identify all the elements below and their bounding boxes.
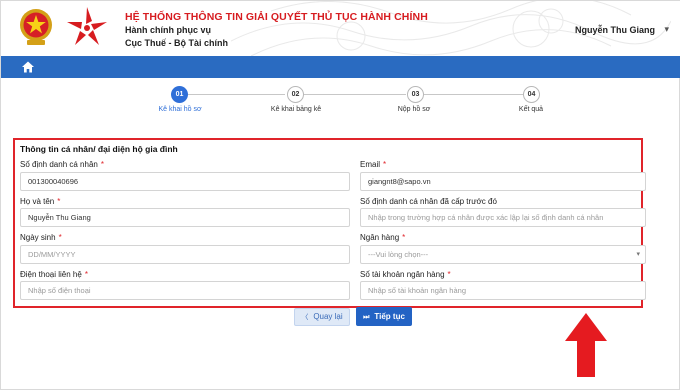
dob-input[interactable]: DD/MM/YYYY [20,245,350,264]
full-name-input[interactable]: Nguyễn Thu Giang [20,208,350,227]
step-4-label[interactable]: Kết quả [519,106,543,113]
form-section-title: Thông tin cá nhân/ đại diện hộ gia đình [20,144,178,154]
fast-forward-icon: ⏭ [363,314,370,321]
step-2-label[interactable]: Kê khai bảng kê [271,106,321,113]
chevron-down-icon[interactable]: ▾ [664,24,669,35]
step-3-label[interactable]: Nộp hồ sơ [398,106,431,113]
back-button-label: Quay lại [313,312,343,321]
bank-select[interactable]: ---Vui lòng chọn--- ▾ [360,245,646,264]
step-1-number[interactable]: 01 [171,86,188,103]
star-logo-icon [67,7,107,45]
id-number-input[interactable]: 001300040696 [20,172,350,191]
phone-label: Điện thoại liên hệ * [20,270,88,279]
personal-info-form: Thông tin cá nhân/ đại diện hộ gia đình … [13,138,646,308]
nav-bar [1,56,680,78]
dob-label: Ngày sinh * [20,233,62,242]
email-input[interactable]: giangnt8@sapo.vn [360,172,646,191]
next-button[interactable]: ⏭ Tiếp tục [356,307,412,326]
chevron-down-icon: ▾ [636,251,640,258]
user-menu[interactable]: Nguyễn Thu Giang [575,25,655,35]
previous-id-label: Số định danh cá nhân đã cấp trước đó [360,197,497,206]
system-title: HỆ THỐNG THÔNG TIN GIẢI QUYẾT THỦ TỤC HÀ… [125,11,428,23]
app-window: HỆ THỐNG THÔNG TIN GIẢI QUYẾT THỦ TỤC HÀ… [0,0,680,390]
step-3-number[interactable]: 03 [407,86,424,103]
next-button-label: Tiếp tục [374,312,405,321]
bank-select-value: ---Vui lòng chọn--- [368,250,429,259]
full-name-label: Họ và tên * [20,197,61,206]
page-header: HỆ THỐNG THÔNG TIN GIẢI QUYẾT THỦ TỤC HÀ… [1,1,680,56]
national-emblem-icon [20,9,52,45]
bank-account-label: Số tài khoản ngân hàng * [360,270,451,279]
step-4-number[interactable]: 04 [523,86,540,103]
id-number-label: Số định danh cá nhân * [20,160,104,169]
home-icon[interactable] [21,60,35,74]
previous-id-input[interactable]: Nhập trong trường hợp cá nhân được xác l… [360,208,646,227]
phone-input[interactable]: Nhập số điện thoại [20,281,350,300]
step-connector [424,94,523,95]
step-2-number[interactable]: 02 [287,86,304,103]
back-button[interactable]: 〈 Quay lại [294,308,350,326]
annotation-arrow [565,313,607,377]
chevron-left-icon: 〈 [301,314,309,321]
email-label: Email * [360,160,387,169]
step-1-label[interactable]: Kê khai hồ sơ [158,106,201,113]
org-name: Cục Thuế - Bộ Tài chính [125,38,228,48]
bank-label: Ngân hàng * [360,233,406,242]
bank-account-input[interactable]: Nhập số tài khoản ngân hàng [360,281,646,300]
org-subtitle: Hành chính phục vụ [125,25,212,35]
step-connector [303,94,406,95]
step-connector [188,94,285,95]
progress-steps: 01 Kê khai hồ sơ 02 Kê khai bảng kê 03 N… [1,83,680,123]
